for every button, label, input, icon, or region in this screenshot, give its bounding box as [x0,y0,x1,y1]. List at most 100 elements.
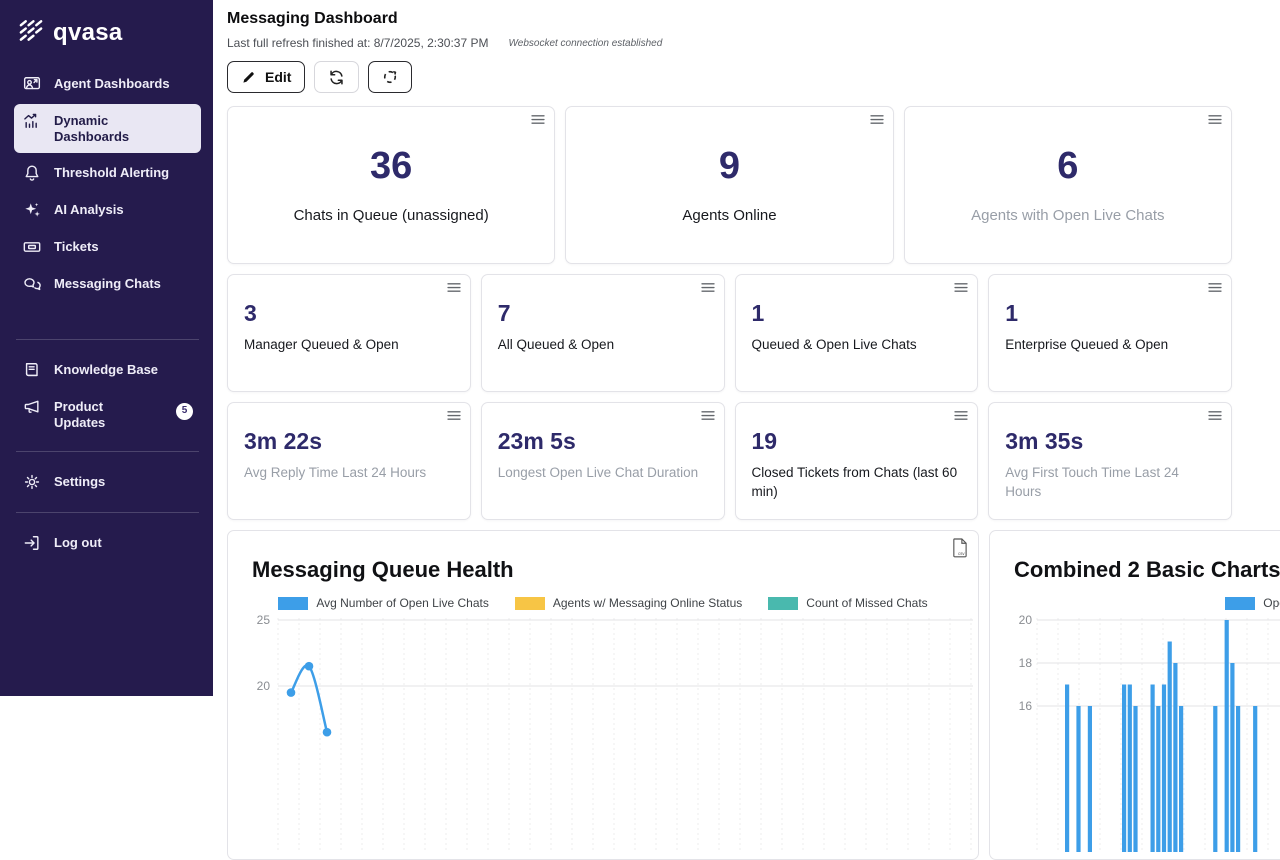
stat-value: 3 [244,302,454,325]
chart-title: Combined 2 Basic Charts [1014,557,1280,583]
legend-item[interactable]: Agents w/ Messaging Online Status [515,596,742,610]
stat-card: 1 Queued & Open Live Chats [735,274,979,392]
svg-text:20: 20 [1019,613,1033,627]
charts-row: csv Messaging Queue Health Avg Number of… [227,530,1280,860]
sidebar-item-label: Messaging Chats [54,274,172,292]
stat-value: 6 [1057,147,1078,185]
sidebar-item-label: Tickets [54,237,172,255]
csv-export-icon[interactable]: csv [951,537,968,558]
svg-text:25: 25 [257,613,271,627]
drag-handle-icon[interactable] [954,410,968,421]
last-refresh-text: Last full refresh finished at: 8/7/2025,… [227,36,489,50]
main-content: Messaging Dashboard Last full refresh fi… [213,0,1280,696]
chart-title: Messaging Queue Health [252,557,978,583]
legend-swatch [515,597,545,610]
sidebar-item-product-updates[interactable]: Product Updates 5 [14,390,201,439]
drag-handle-icon[interactable] [701,282,715,293]
sparkles-icon [22,200,42,220]
drag-handle-icon[interactable] [701,410,715,421]
notification-badge: 5 [176,403,193,420]
ticket-icon [22,237,42,257]
sidebar-item-label: Knowledge Base [54,360,172,378]
stat-label: Enterprise Queued & Open [1005,336,1215,355]
drag-handle-icon[interactable] [1208,282,1222,293]
stat-label: Longest Open Live Chat Duration [498,464,708,483]
legend-swatch [278,597,308,610]
legend-label: Count of Missed Chats [806,596,927,610]
dashboard-toolbar: Edit [227,61,1280,93]
drag-handle-icon[interactable] [447,282,461,293]
pencil-icon [241,70,256,85]
stat-label: Closed Tickets from Chats (last 60 min) [752,464,962,502]
svg-text:16: 16 [1019,699,1033,713]
messaging-queue-health-chart-card: csv Messaging Queue Health Avg Number of… [227,530,979,860]
svg-text:csv: csv [958,551,965,556]
drag-handle-icon[interactable] [531,114,545,125]
sidebar-item-agent-dashboards[interactable]: Agent Dashboards [14,67,201,101]
sidebar-item-label: Threshold Alerting [54,163,172,181]
stat-card: 7 All Queued & Open [481,274,725,392]
sidebar-item-ai-analysis[interactable]: AI Analysis [14,193,201,227]
drag-handle-icon[interactable] [1208,410,1222,421]
stat-card: 3m 35sAvg First Touch Time Last 24 Hours [988,402,1232,520]
legend-swatch [768,597,798,610]
refresh-status-row: Last full refresh finished at: 8/7/2025,… [227,36,1280,50]
sidebar-item-dynamic-dashboards[interactable]: Dynamic Dashboards [14,104,201,153]
drag-handle-icon[interactable] [447,410,461,421]
stat-cards-row-3: 3m 22sAvg Reply Time Last 24 Hours23m 5s… [227,402,1232,520]
drag-handle-icon[interactable] [870,114,884,125]
stat-label: Manager Queued & Open [244,336,454,355]
stat-value: 23m 5s [498,430,708,453]
stat-cards-row-1: 36 Chats in Queue (unassigned) 9Agents Onl… [227,106,1232,264]
logo[interactable]: qvasa [14,16,201,67]
stat-value: 1 [1005,302,1215,325]
stat-card: 9Agents Online [565,106,893,264]
sidebar-divider [16,339,199,340]
drag-handle-icon[interactable] [1208,114,1222,125]
sidebar-item-threshold-alerting[interactable]: Threshold Alerting [14,156,201,190]
legend-label: Agents w/ Messaging Online Status [553,596,742,610]
sidebar-item-label: Agent Dashboards [54,74,172,92]
refresh-icon [328,69,345,86]
book-icon [22,360,42,380]
bell-icon [22,163,42,183]
svg-text:20: 20 [257,679,271,693]
sidebar-item-knowledge-base[interactable]: Knowledge Base [14,353,201,387]
sidebar-item-label: Log out [54,533,172,551]
sidebar-item-settings[interactable]: Settings [14,465,201,499]
stat-value: 3m 35s [1005,430,1215,453]
legend-label: Open Live Chats [1263,596,1280,610]
stat-value: 36 [370,147,412,185]
stat-value: 7 [498,302,708,325]
agent-dashboards-icon [22,74,42,94]
stat-card: 3 Manager Queued & Open [227,274,471,392]
stat-label: Chats in Queue (unassigned) [294,207,489,224]
svg-text:18: 18 [1019,656,1033,670]
legend-item[interactable]: Open Live Chats [1225,596,1280,610]
sidebar-item-tickets[interactable]: Tickets [14,230,201,264]
edit-button[interactable]: Edit [227,61,305,93]
auto-refresh-button[interactable] [368,61,412,93]
stat-label: All Queued & Open [498,336,708,355]
drag-handle-icon[interactable] [954,282,968,293]
stat-cards-row-2: 3 Manager Queued & Open 7 All Queued & Open… [227,274,1232,392]
refresh-button[interactable] [314,61,359,93]
legend-item[interactable]: Avg Number of Open Live Chats [278,596,489,610]
legend-item[interactable]: Count of Missed Chats [768,596,927,610]
legend-label: Avg Number of Open Live Chats [316,596,489,610]
stat-card: 6 Agents with Open Live Chats [904,106,1232,264]
sidebar-item-log-out[interactable]: Log out [14,526,201,560]
stat-label: Queued & Open Live Chats [752,336,962,355]
line-chart-canvas: 25 20 [228,612,979,852]
stat-card: 19Closed Tickets from Chats (last 60 min… [735,402,979,520]
legend-swatch [1225,597,1255,610]
combined-basic-charts-card: Combined 2 Basic Charts Open Live Chats … [989,530,1280,860]
sidebar-secondary: Knowledge Base Product Updates 5 Settings Lo… [14,339,201,561]
sidebar-nav: Agent Dashboards Dynamic Dashboards Thresh… [14,67,201,301]
sidebar-item-label: Product Updates [54,397,140,432]
stat-label: Agents with Open Live Chats [971,207,1164,224]
logo-text: qvasa [53,19,123,47]
sidebar-item-messaging-chats[interactable]: Messaging Chats [14,267,201,301]
stat-value: 1 [752,302,962,325]
qvasa-logo-icon [18,18,44,47]
